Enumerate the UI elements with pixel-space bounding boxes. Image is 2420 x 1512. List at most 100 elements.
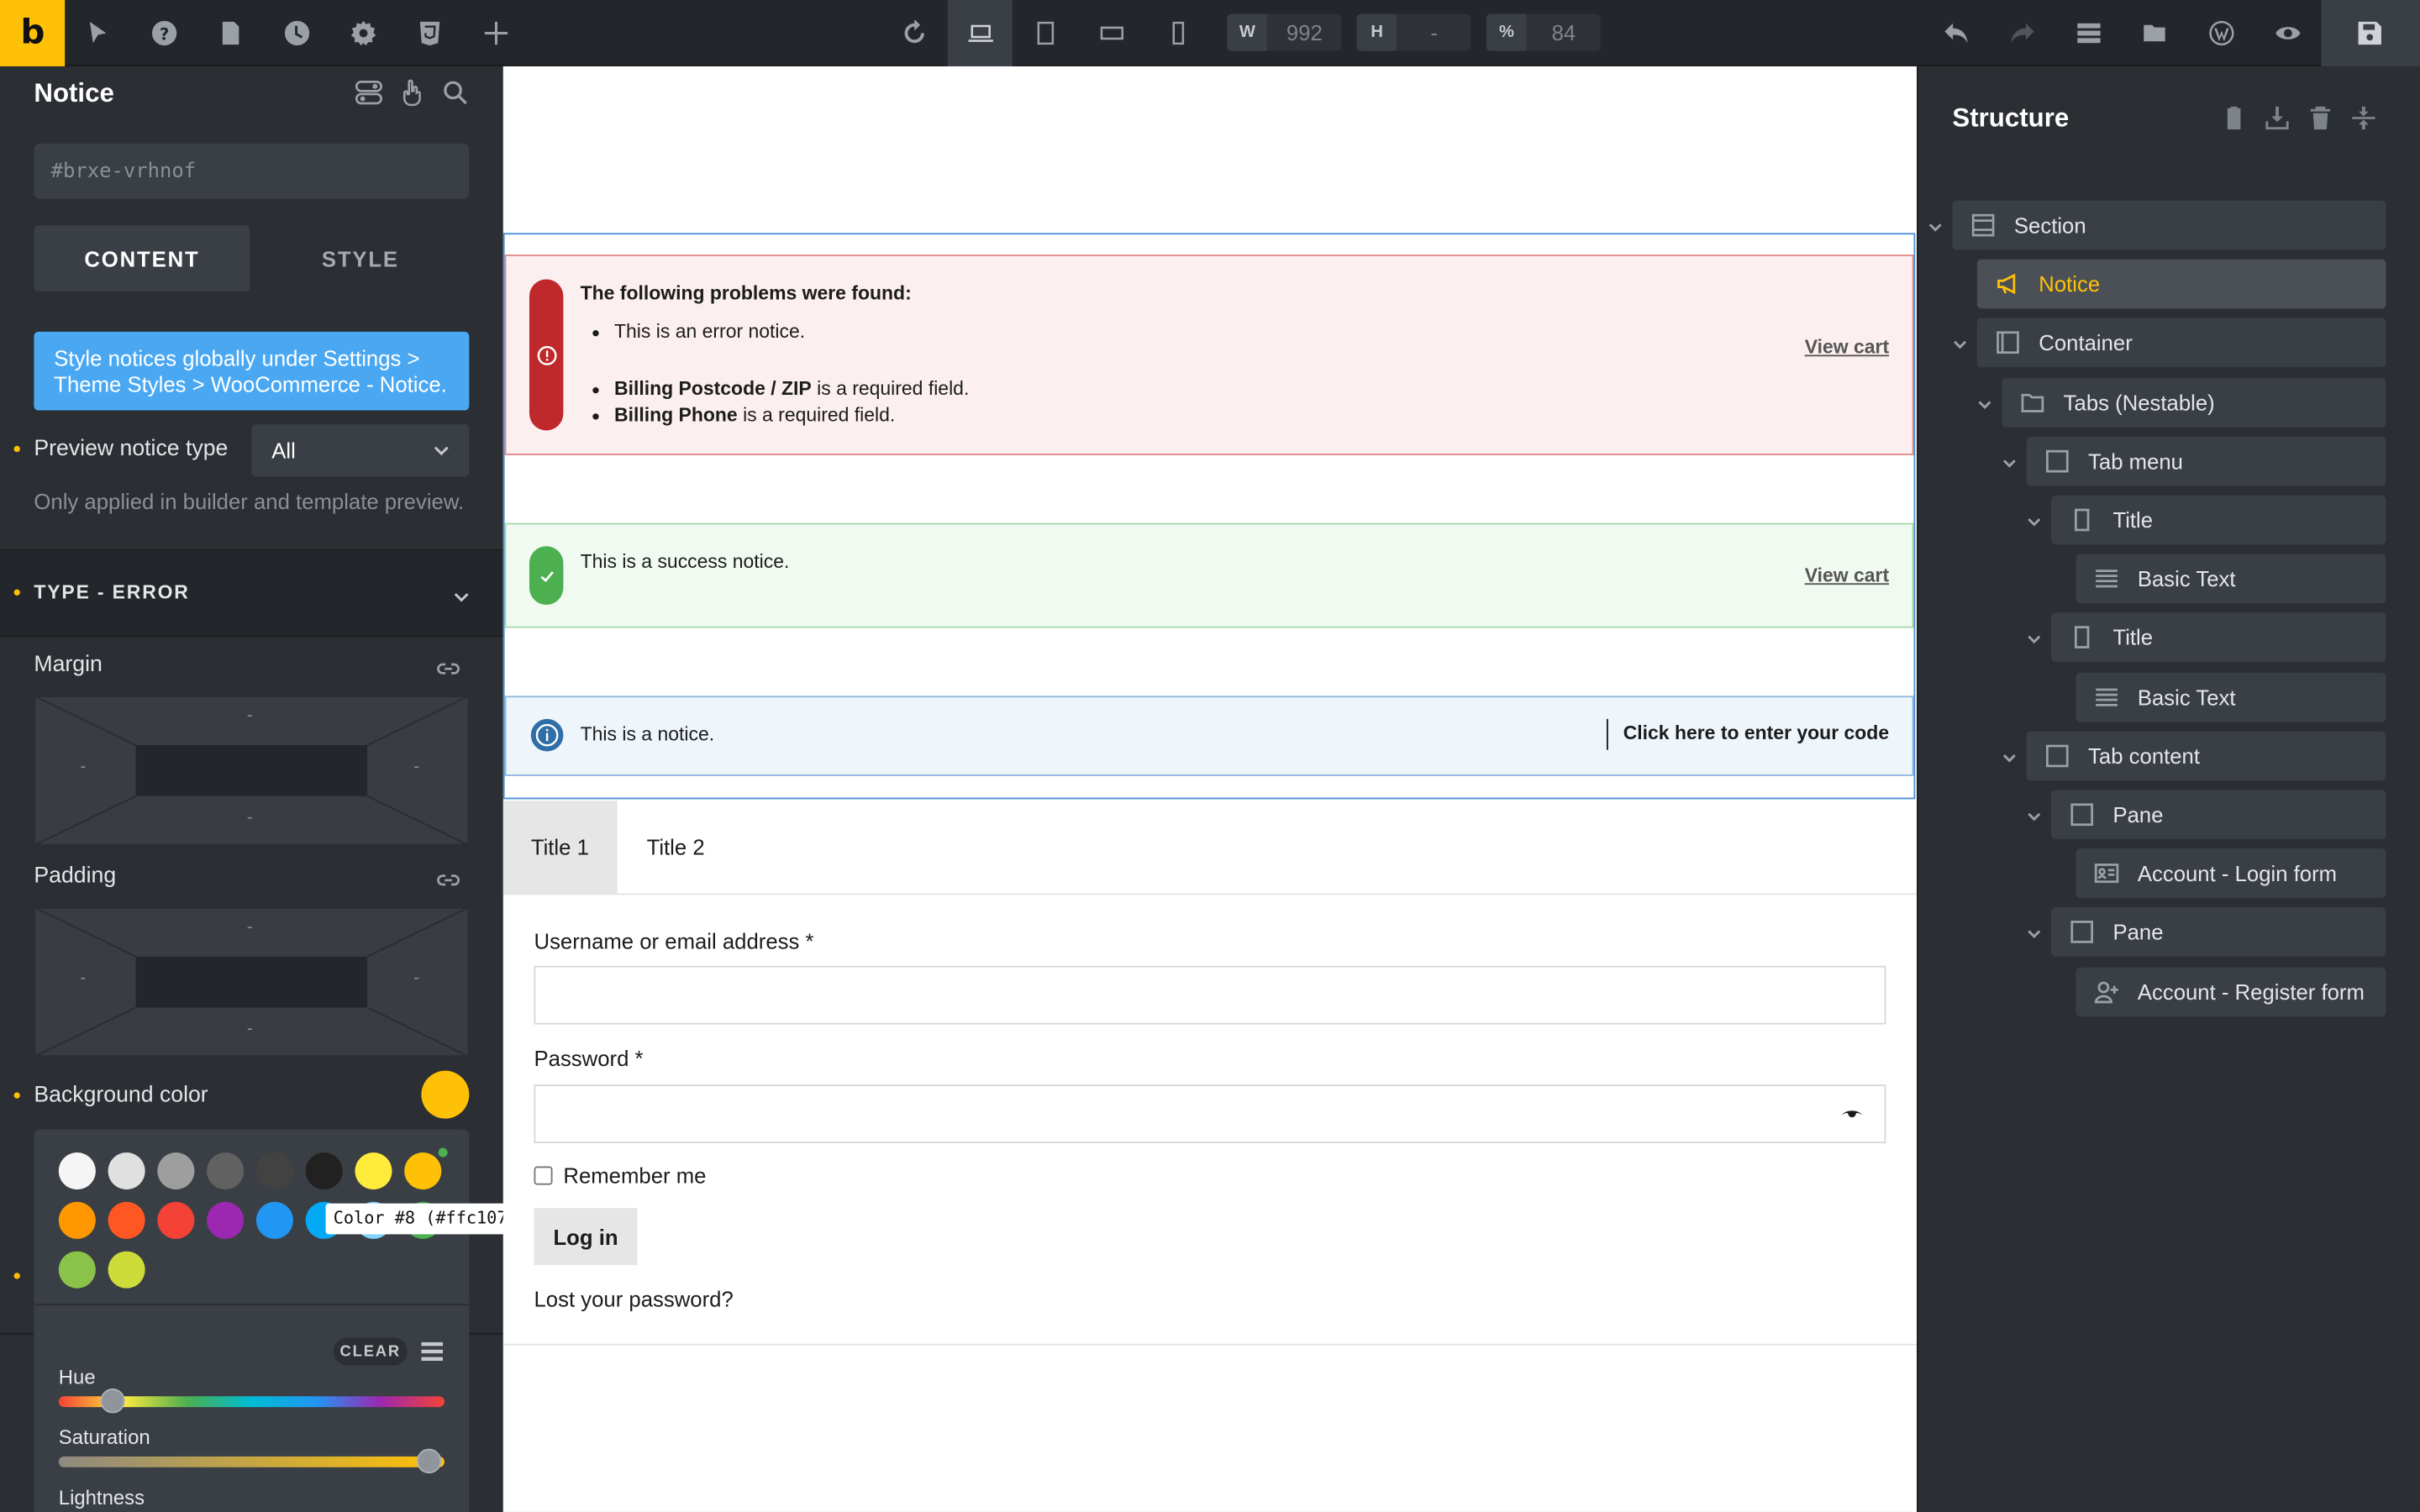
trash-icon[interactable] xyxy=(2307,105,2333,131)
chevron-down-icon[interactable] xyxy=(2000,747,2018,765)
margin-top-value[interactable]: - xyxy=(247,706,253,725)
cursor-icon[interactable] xyxy=(66,0,132,66)
refresh-icon[interactable] xyxy=(881,0,947,66)
padding-bottom-value[interactable]: - xyxy=(247,1020,253,1038)
desktop-icon[interactable] xyxy=(946,0,1013,66)
toggle-icon[interactable] xyxy=(355,79,383,107)
structure-item[interactable]: Title xyxy=(2050,495,2386,545)
structure-item[interactable]: Section xyxy=(1952,200,2386,250)
margin-box-model[interactable]: - - - - xyxy=(34,696,470,846)
error-notice[interactable]: The following problems were found: This … xyxy=(504,255,1914,455)
structure-item[interactable]: Pane xyxy=(2050,790,2386,840)
scale-value[interactable]: 84 xyxy=(1526,13,1602,51)
remember-me-checkbox[interactable] xyxy=(534,1166,553,1185)
chevron-down-icon[interactable] xyxy=(2000,452,2018,470)
width-value[interactable]: 992 xyxy=(1267,13,1342,51)
chevron-down-icon[interactable] xyxy=(1975,393,1994,412)
clipboard-icon[interactable] xyxy=(2221,105,2247,131)
chevron-down-icon[interactable] xyxy=(2025,923,2044,942)
structure-item[interactable]: Basic Text xyxy=(2075,672,2386,722)
pages-icon[interactable] xyxy=(198,0,265,66)
chevron-down-icon[interactable] xyxy=(1926,216,1944,234)
view-cart-link[interactable]: View cart xyxy=(1805,336,1889,358)
search-icon[interactable] xyxy=(441,79,469,107)
tab-content[interactable]: CONTENT xyxy=(34,225,250,292)
pointer-hand-icon[interactable] xyxy=(398,79,426,107)
plus-icon[interactable] xyxy=(463,0,529,66)
padding-left-value[interactable]: - xyxy=(81,969,87,987)
color-swatch[interactable] xyxy=(58,1201,96,1239)
tab-title-1[interactable]: Title 1 xyxy=(502,801,618,894)
structure-item[interactable]: Tabs (Nestable) xyxy=(2002,377,2386,428)
color-swatch[interactable] xyxy=(157,1201,195,1239)
info-notice[interactable]: This is a notice. Click here to enter yo… xyxy=(504,696,1914,776)
color-swatch[interactable] xyxy=(255,1152,293,1190)
show-password-icon[interactable] xyxy=(1841,1103,1863,1132)
color-swatch[interactable] xyxy=(108,1251,145,1289)
structure-item[interactable]: Basic Text xyxy=(2075,554,2386,604)
padding-box-model[interactable]: - - - - xyxy=(34,906,470,1058)
structure-item[interactable]: Tab menu xyxy=(2026,436,2386,486)
padding-top-value[interactable]: - xyxy=(247,918,253,937)
tab-title-2[interactable]: Title 2 xyxy=(619,801,733,893)
gear-icon[interactable] xyxy=(330,0,397,66)
color-swatch[interactable] xyxy=(207,1152,245,1190)
color-swatch[interactable] xyxy=(58,1152,96,1190)
mobile-icon[interactable] xyxy=(1145,0,1212,66)
redo-icon[interactable] xyxy=(1990,0,2056,66)
element-id-input[interactable]: #brxe-vrhnof xyxy=(34,143,470,199)
link-icon[interactable] xyxy=(437,657,460,688)
color-swatch[interactable] xyxy=(404,1152,442,1190)
type-error-accordion[interactable]: TYPE - ERROR xyxy=(0,550,503,636)
lost-password-link[interactable]: Lost your password? xyxy=(534,1287,733,1311)
password-input[interactable] xyxy=(534,1084,1886,1143)
color-swatch[interactable] xyxy=(207,1201,245,1239)
layers-icon[interactable] xyxy=(2056,0,2123,66)
structure-item[interactable]: Account - Register form xyxy=(2075,966,2386,1016)
preview-eye-icon[interactable] xyxy=(2254,0,2321,66)
list-icon[interactable] xyxy=(421,1341,444,1370)
structure-item[interactable]: Tab content xyxy=(2026,731,2386,780)
width-field[interactable]: W 992 xyxy=(1227,13,1342,51)
hue-slider-handle[interactable] xyxy=(100,1389,125,1414)
help-icon[interactable]: ? xyxy=(132,0,198,66)
chevron-down-icon[interactable] xyxy=(2025,806,2044,824)
saturation-slider-handle[interactable] xyxy=(416,1448,442,1474)
save-icon[interactable] xyxy=(2320,0,2420,66)
history-icon[interactable] xyxy=(264,0,330,66)
color-swatch[interactable] xyxy=(305,1152,343,1190)
margin-right-value[interactable]: - xyxy=(413,758,419,776)
collapse-icon[interactable] xyxy=(2350,105,2376,131)
tablet-portrait-icon[interactable] xyxy=(1013,0,1080,66)
structure-item[interactable]: Account - Login form xyxy=(2075,848,2386,899)
preview-notice-type-select[interactable]: All xyxy=(251,424,470,477)
saturation-slider[interactable] xyxy=(58,1456,445,1467)
margin-left-value[interactable]: - xyxy=(81,758,87,776)
chevron-down-icon[interactable] xyxy=(1951,333,1970,352)
success-notice[interactable]: This is a success notice. View cart xyxy=(504,522,1914,628)
wordpress-icon[interactable] xyxy=(2188,0,2254,66)
folder-open-icon[interactable] xyxy=(2123,0,2189,66)
color-swatch[interactable] xyxy=(157,1152,195,1190)
color-swatch[interactable] xyxy=(108,1152,145,1190)
chevron-down-icon[interactable] xyxy=(2025,628,2044,647)
color-swatch[interactable] xyxy=(355,1152,392,1190)
structure-item[interactable]: Notice xyxy=(1976,259,2386,309)
download-icon[interactable] xyxy=(2264,105,2290,131)
color-swatch[interactable] xyxy=(58,1251,96,1289)
chevron-down-icon[interactable] xyxy=(2025,511,2044,529)
username-input[interactable] xyxy=(534,965,1886,1025)
view-cart-link[interactable]: View cart xyxy=(1805,564,1889,586)
padding-right-value[interactable]: - xyxy=(413,969,419,987)
global-styles-info[interactable]: Style notices globally under Settings > … xyxy=(34,331,470,411)
margin-bottom-value[interactable]: - xyxy=(247,808,253,827)
color-swatch[interactable] xyxy=(108,1201,145,1239)
tab-style[interactable]: STYLE xyxy=(251,225,469,291)
login-button[interactable]: Log in xyxy=(534,1208,638,1266)
undo-icon[interactable] xyxy=(1923,0,1990,66)
color-picker[interactable]: CLEAR Hue Saturation Lightness xyxy=(34,1129,470,1512)
link-icon[interactable] xyxy=(437,869,460,900)
enter-coupon-link[interactable]: Click here to enter your code xyxy=(1623,722,1889,744)
height-field[interactable]: H - xyxy=(1356,13,1471,51)
height-value[interactable]: - xyxy=(1397,13,1471,51)
